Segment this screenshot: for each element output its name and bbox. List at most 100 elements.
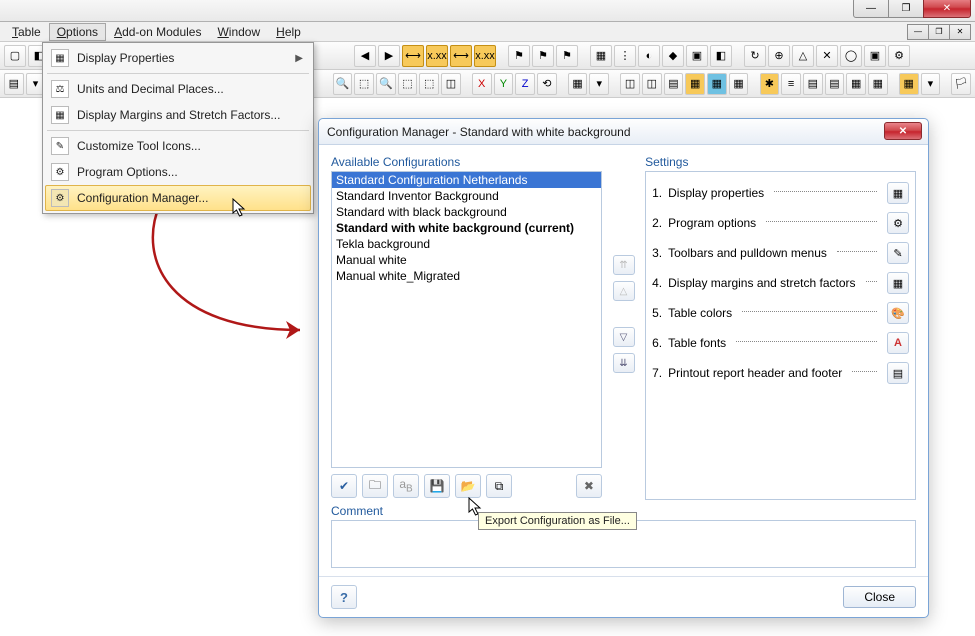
tool-icon[interactable]: ◆ [662, 45, 684, 67]
tool-icon[interactable]: ⚑ [556, 45, 578, 67]
list-item[interactable]: Standard Inventor Background [332, 188, 601, 204]
tool-icon[interactable]: ▤ [803, 73, 823, 95]
menu-display-properties[interactable]: ▦ Display Properties ▶ [45, 45, 311, 71]
export-config-button[interactable]: 💾 [424, 474, 450, 498]
tool-dim-icon[interactable]: x.xx [426, 45, 448, 67]
tool-icon[interactable]: ▾ [589, 73, 609, 95]
menu-options[interactable]: Options [49, 23, 106, 41]
tool-icon[interactable]: ▣ [864, 45, 886, 67]
tool-icon[interactable]: ▦ [899, 73, 919, 95]
list-item[interactable]: Standard Configuration Netherlands [332, 172, 601, 188]
delete-config-button[interactable]: ✖ [576, 474, 602, 498]
move-top-button[interactable]: ⇈ [613, 255, 635, 275]
copy-config-button[interactable]: ⧉ [486, 474, 512, 498]
tool-icon[interactable]: ◫ [441, 73, 461, 95]
setting-edit-button[interactable]: A [887, 332, 909, 354]
tool-icon[interactable]: ▦ [685, 73, 705, 95]
available-configurations-list[interactable]: Standard Configuration Netherlands Stand… [331, 171, 602, 468]
tool-icon[interactable]: ◫ [642, 73, 662, 95]
tool-icon[interactable]: ▦ [846, 73, 866, 95]
tool-icon[interactable]: ✕ [816, 45, 838, 67]
close-button[interactable]: Close [843, 586, 916, 608]
menu-addon-modules[interactable]: Add-on Modules [106, 23, 209, 41]
new-config-button[interactable]: 🗀 [362, 474, 388, 498]
mdi-minimize-button[interactable]: — [907, 24, 929, 40]
setting-edit-button[interactable]: ✎ [887, 242, 909, 264]
tool-dim-icon[interactable]: ⟷ [402, 45, 424, 67]
tool-icon[interactable]: △ [792, 45, 814, 67]
menu-display-margins[interactable]: ▦ Display Margins and Stretch Factors... [45, 102, 311, 128]
dialog-close-button[interactable]: ✕ [884, 122, 922, 140]
menu-table[interactable]: Table [4, 23, 49, 41]
tool-icon[interactable]: ↻ [744, 45, 766, 67]
tool-icon[interactable]: ⚙ [888, 45, 910, 67]
menu-configuration-manager[interactable]: ⚙ Configuration Manager... [45, 185, 311, 211]
menu-window[interactable]: Window [209, 23, 268, 41]
tool-flag-icon[interactable]: 🏳 [951, 73, 971, 95]
list-item[interactable]: Tekla background [332, 236, 601, 252]
tool-icon[interactable]: ◯ [840, 45, 862, 67]
tool-x-axis-icon[interactable]: X [472, 73, 492, 95]
move-bottom-button[interactable]: ⇊ [613, 353, 635, 373]
tool-icon[interactable]: ▤ [825, 73, 845, 95]
list-item[interactable]: Standard with black background [332, 204, 601, 220]
tool-icon[interactable]: ▤ [664, 73, 684, 95]
tool-icon[interactable]: ◧ [710, 45, 732, 67]
dialog-titlebar[interactable]: Configuration Manager - Standard with wh… [319, 119, 928, 145]
tool-icon[interactable]: ⬚ [419, 73, 439, 95]
tool-next-icon[interactable]: ▶ [378, 45, 400, 67]
options-icon: ⚙ [893, 217, 903, 230]
setting-printout-header: 7. Printout report header and footer ▤ [650, 358, 911, 388]
move-down-button[interactable]: ▽ [613, 327, 635, 347]
tool-icon[interactable]: ▦ [590, 45, 612, 67]
tool-zoom-icon[interactable]: 🔍 [333, 73, 353, 95]
tool-dim-icon[interactable]: ⟷ [450, 45, 472, 67]
list-item[interactable]: Manual white_Migrated [332, 268, 601, 284]
tool-icon[interactable]: ▢ [4, 45, 26, 67]
tool-icon[interactable]: ⚑ [532, 45, 554, 67]
tool-icon[interactable]: ▦ [568, 73, 588, 95]
tool-prev-icon[interactable]: ◀ [354, 45, 376, 67]
menu-units-decimal[interactable]: ⚖ Units and Decimal Places... [45, 76, 311, 102]
tool-icon[interactable]: ⟲ [537, 73, 557, 95]
setting-edit-button[interactable]: ▦ [887, 272, 909, 294]
tool-dim-icon[interactable]: x.xx [474, 45, 496, 67]
menu-customize-tool-icons[interactable]: ✎ Customize Tool Icons... [45, 133, 311, 159]
tool-icon[interactable]: ⊕ [768, 45, 790, 67]
setting-edit-button[interactable]: ▦ [887, 182, 909, 204]
tool-icon[interactable]: ✱ [760, 73, 780, 95]
rename-config-button[interactable]: aB [393, 474, 419, 498]
menu-help[interactable]: Help [268, 23, 309, 41]
list-item[interactable]: Manual white [332, 252, 601, 268]
setting-edit-button[interactable]: ⚙ [887, 212, 909, 234]
tool-icon[interactable]: ◐ [638, 45, 660, 67]
tool-icon[interactable]: ▾ [921, 73, 941, 95]
tool-icon[interactable]: ▣ [686, 45, 708, 67]
help-button[interactable]: ? [331, 585, 357, 609]
import-config-button[interactable]: 📂 [455, 474, 481, 498]
apply-button[interactable]: ✔ [331, 474, 357, 498]
mdi-restore-button[interactable]: ❐ [928, 24, 950, 40]
menu-program-options[interactable]: ⚙ Program Options... [45, 159, 311, 185]
tool-icon[interactable]: ▦ [707, 73, 727, 95]
window-close-button[interactable]: ✕ [923, 0, 971, 18]
mdi-close-button[interactable]: ✕ [949, 24, 971, 40]
tool-icon[interactable]: ▦ [729, 73, 749, 95]
tool-icon[interactable]: ≡ [781, 73, 801, 95]
tool-icon[interactable]: ◫ [620, 73, 640, 95]
tool-icon[interactable]: ⬚ [398, 73, 418, 95]
setting-edit-button[interactable]: ▤ [887, 362, 909, 384]
tool-z-axis-icon[interactable]: Z [515, 73, 535, 95]
setting-edit-button[interactable]: 🎨 [887, 302, 909, 324]
move-up-button[interactable]: △ [613, 281, 635, 301]
tool-y-axis-icon[interactable]: Y [494, 73, 514, 95]
window-minimize-button[interactable]: — [853, 0, 889, 18]
window-maximize-button[interactable]: ❐ [888, 0, 924, 18]
tool-icon[interactable]: ▦ [868, 73, 888, 95]
tool-icon[interactable]: ⚑ [508, 45, 530, 67]
tool-icon[interactable]: ⋮ [614, 45, 636, 67]
tool-icon[interactable]: ⬚ [354, 73, 374, 95]
tool-icon[interactable]: 🔍 [376, 73, 396, 95]
list-item[interactable]: Standard with white background (current) [332, 220, 601, 236]
tool-icon[interactable]: ▤ [4, 73, 24, 95]
